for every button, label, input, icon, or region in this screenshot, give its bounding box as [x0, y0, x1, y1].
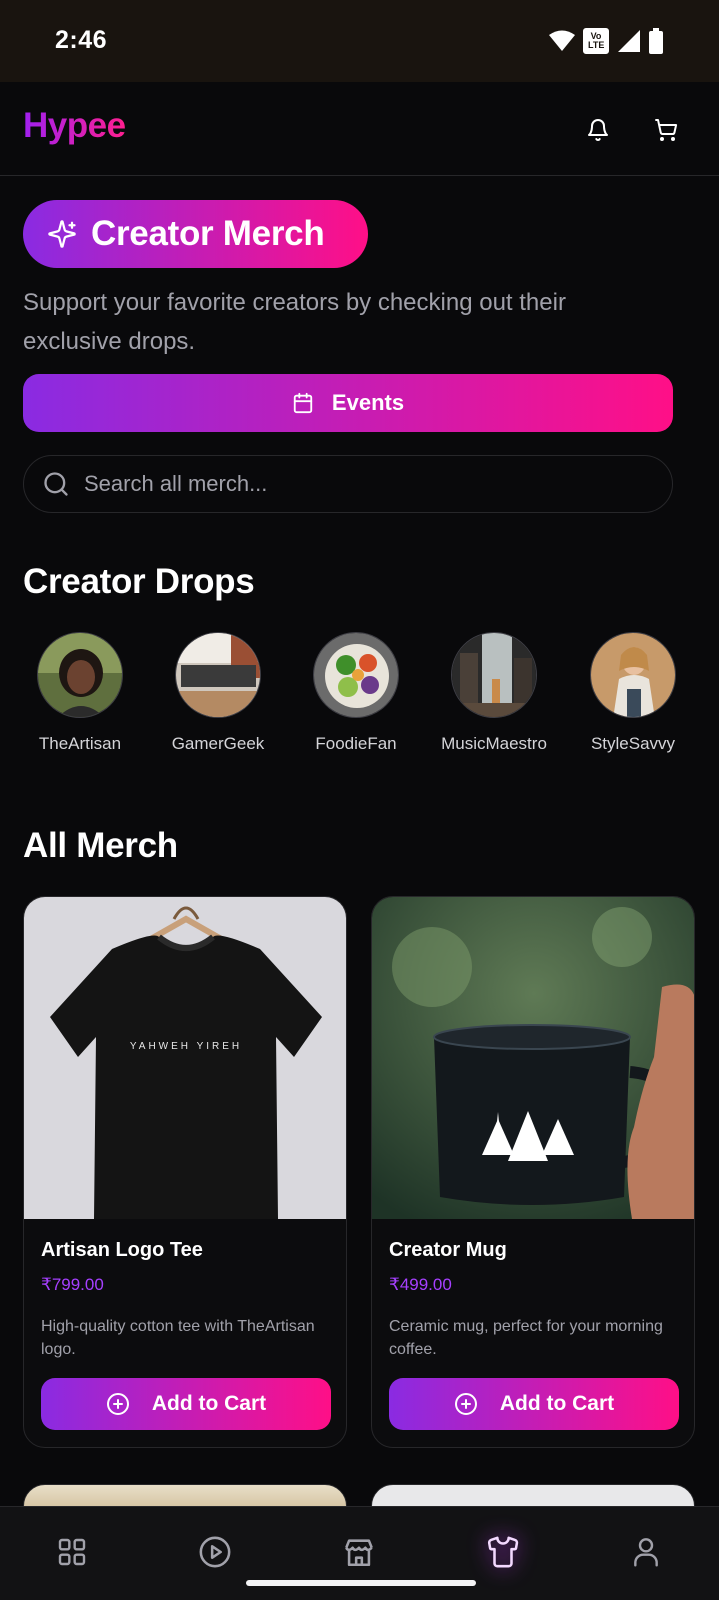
signal-icon — [618, 30, 640, 52]
product-price: ₹799.00 — [41, 1275, 104, 1294]
nav-item-merch[interactable] — [478, 1527, 528, 1577]
add-to-cart-button[interactable]: Add to Cart — [41, 1378, 331, 1430]
tee-print-text: YAHWEH YIREH — [130, 1041, 242, 1052]
plus-circle-icon — [454, 1393, 477, 1415]
bell-icon — [588, 119, 608, 141]
nav-item-store[interactable] — [334, 1527, 384, 1577]
all-merch-title: All Merch — [23, 826, 178, 865]
creator-avatar — [37, 632, 123, 718]
cart-icon — [655, 119, 678, 141]
creator-avatar — [313, 632, 399, 718]
product-price: ₹499.00 — [389, 1275, 452, 1294]
product-card-creator-mug[interactable]: Creator Mug ₹499.00 Ceramic mug, perfect… — [371, 896, 695, 1448]
volte-badge: Vo LTE — [583, 28, 609, 54]
product-name: Creator Mug — [389, 1239, 507, 1261]
creator-merch-title: Creator Merch — [91, 214, 325, 253]
wifi-icon — [549, 30, 575, 51]
creator-avatar — [175, 632, 261, 718]
events-button[interactable]: Events — [23, 374, 673, 432]
creator-name: StyleSavvy — [590, 734, 676, 753]
nav-item-videos[interactable] — [190, 1527, 240, 1577]
creator-item-gamergeek[interactable]: GamerGeek — [153, 632, 283, 754]
hero-subtitle: Support your favorite creators by checki… — [23, 289, 566, 355]
add-to-cart-label: Add to Cart — [499, 1392, 615, 1415]
shirt-icon — [487, 1536, 519, 1568]
creator-name: GamerGeek — [171, 734, 265, 753]
status-bar: 2:46 Vo LTE — [0, 0, 719, 82]
cart-button[interactable] — [648, 112, 684, 148]
search-bar[interactable] — [23, 455, 673, 513]
events-button-label: Events — [331, 390, 405, 415]
grid-icon — [58, 1538, 86, 1566]
status-time: 2:46 — [55, 26, 108, 54]
product-name: Artisan Logo Tee — [41, 1239, 203, 1261]
search-icon — [44, 472, 68, 496]
play-icon — [199, 1536, 231, 1568]
creator-merch-badge: Creator Merch — [23, 200, 368, 268]
app-header: Hypee — [0, 82, 719, 176]
creator-item-musicmaestro[interactable]: MusicMaestro — [429, 632, 559, 754]
product-description: High-quality cotton tee with TheArtisan … — [41, 1318, 315, 1358]
add-to-cart-button[interactable]: Add to Cart — [389, 1378, 679, 1430]
battery-icon — [649, 28, 663, 54]
sparkles-icon — [48, 220, 76, 248]
creator-item-theartisan[interactable]: TheArtisan — [15, 632, 145, 754]
plus-circle-icon — [106, 1393, 129, 1415]
creator-name: TheArtisan — [38, 734, 122, 753]
calendar-icon — [293, 392, 313, 414]
creator-item-foodiefan[interactable]: FoodieFan — [291, 632, 421, 754]
creator-item-stylesavvy[interactable]: StyleSavvy — [568, 632, 698, 754]
nav-item-profile[interactable] — [621, 1527, 671, 1577]
creator-list: TheArtisan GamerGeek FoodieFan MusicMaes… — [23, 632, 713, 762]
user-icon — [634, 1538, 658, 1567]
home-indicator[interactable] — [246, 1580, 476, 1586]
product-image: YAHWEH YIREH — [24, 897, 346, 1219]
notifications-button[interactable] — [580, 112, 616, 148]
store-icon — [345, 1539, 373, 1567]
creator-avatar — [451, 632, 537, 718]
app-logo[interactable]: Hypee — [23, 106, 126, 146]
status-icons: Vo LTE — [549, 28, 663, 54]
creator-avatar — [590, 632, 676, 718]
creator-drops-title: Creator Drops — [23, 562, 255, 601]
product-card-artisan-logo-tee[interactable]: YAHWEH YIREH Artisan Logo Tee ₹799.00 Hi… — [23, 896, 347, 1448]
search-input[interactable] — [84, 471, 644, 497]
creator-name: MusicMaestro — [441, 734, 547, 753]
product-description: Ceramic mug, perfect for your morning co… — [389, 1318, 663, 1358]
creator-name: FoodieFan — [315, 734, 397, 753]
add-to-cart-label: Add to Cart — [151, 1392, 267, 1415]
nav-item-home[interactable] — [47, 1527, 97, 1577]
product-image — [372, 897, 694, 1219]
